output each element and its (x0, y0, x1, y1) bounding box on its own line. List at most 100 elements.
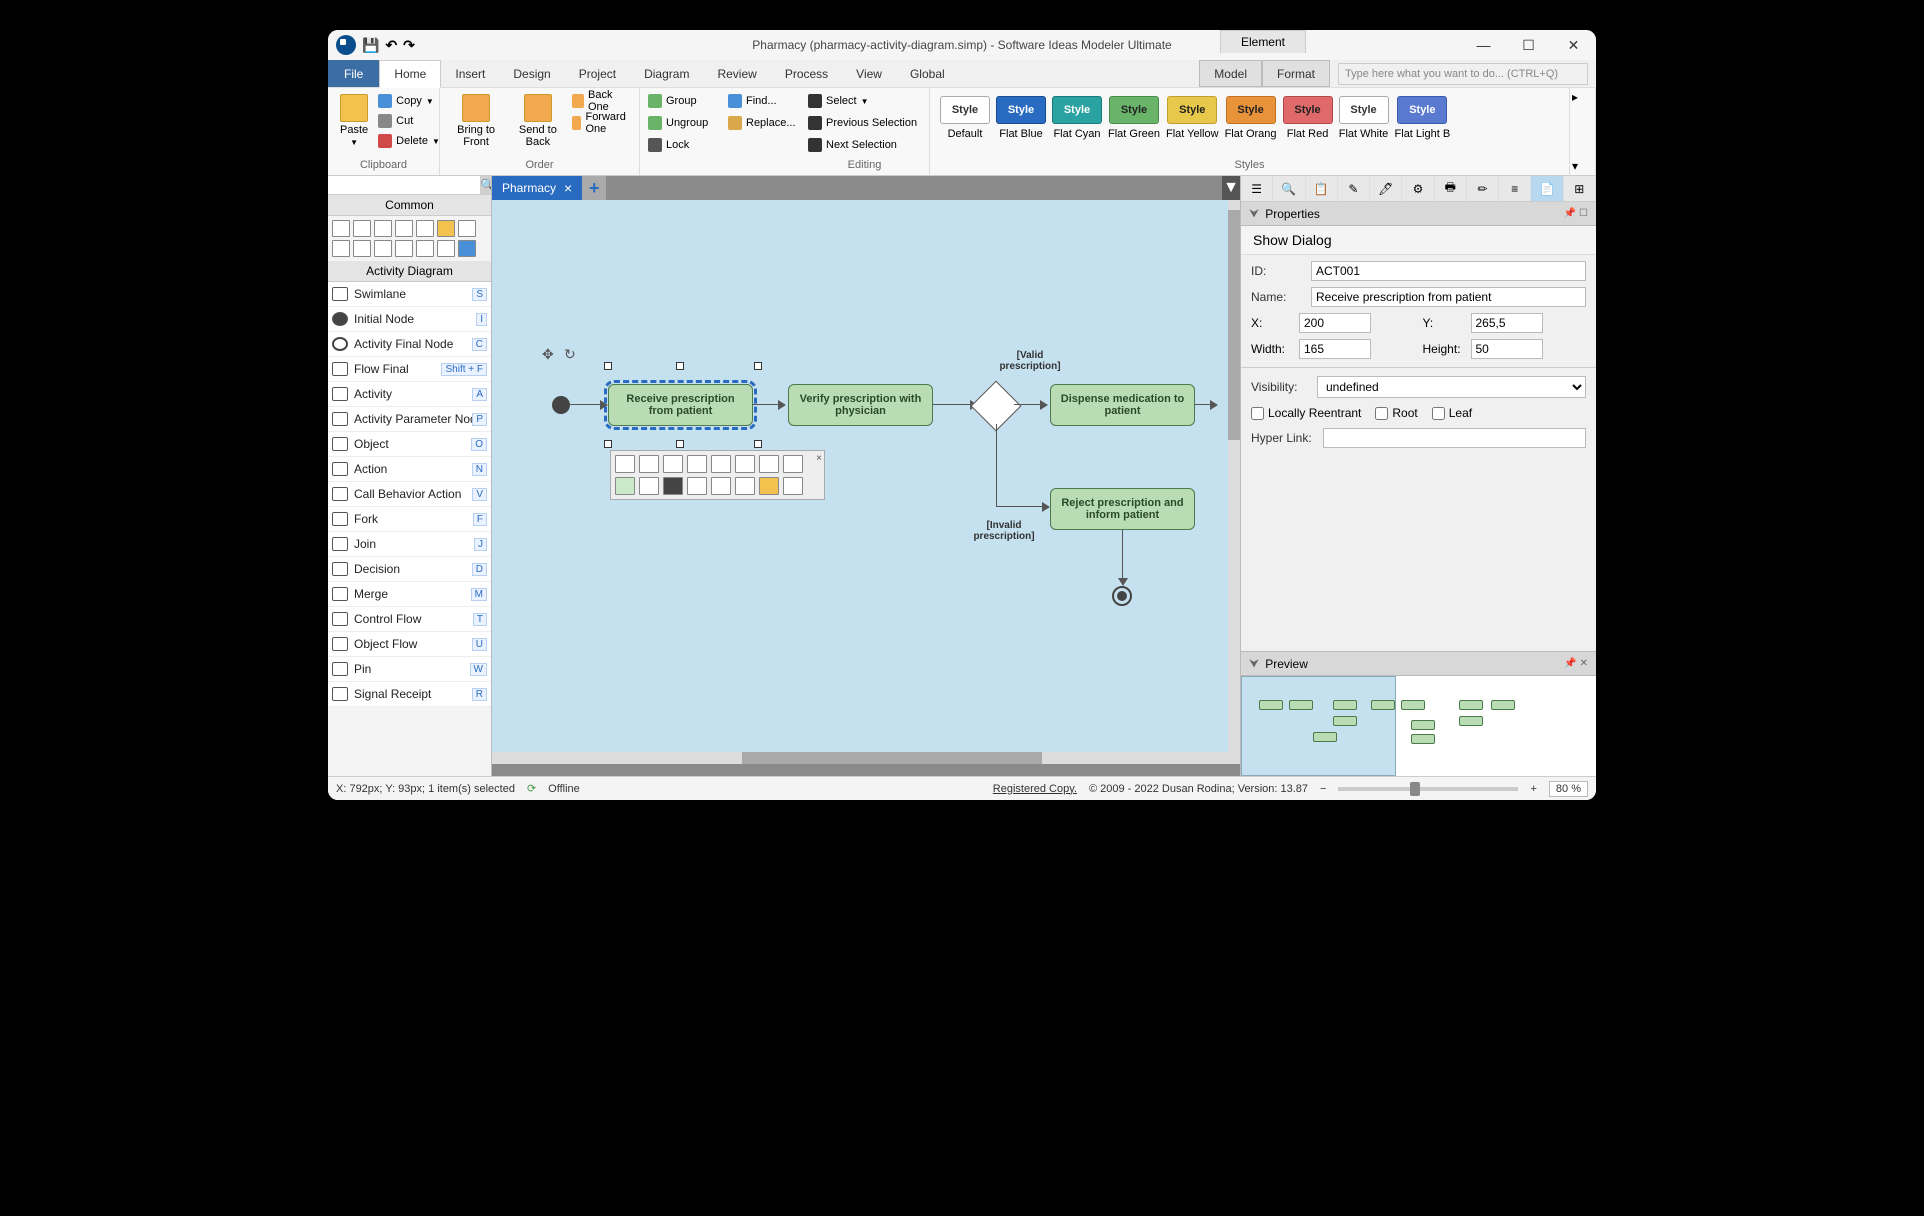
activity-node-verify[interactable]: Verify prescription with physician (788, 384, 933, 426)
menu-file[interactable]: File (328, 60, 379, 87)
properties-header[interactable]: ⮟ Properties 📌 ☐ (1241, 202, 1596, 226)
tool-item-activity-final-node[interactable]: Activity Final NodeC (328, 332, 491, 357)
tool-item-object[interactable]: ObjectO (328, 432, 491, 457)
ft-color-6[interactable] (735, 477, 755, 495)
zoom-value[interactable]: 80 % (1549, 781, 1588, 797)
undo-icon[interactable]: ↶ (385, 37, 397, 54)
collapse-icon[interactable]: ⮟ (1249, 656, 1259, 671)
show-dialog-link[interactable]: Show Dialog (1241, 226, 1596, 255)
tool-item-decision[interactable]: DecisionD (328, 557, 491, 582)
zoom-in-icon[interactable]: + (1530, 783, 1536, 795)
hyperlink-field[interactable] (1323, 428, 1586, 448)
id-field[interactable] (1311, 261, 1586, 281)
tool-item-activity[interactable]: ActivityA (328, 382, 491, 407)
tool-item-action[interactable]: ActionN (328, 457, 491, 482)
tool-move-icon[interactable] (353, 220, 371, 237)
panel-icon-3[interactable]: 📋 (1306, 176, 1338, 201)
ribbon-options-icon[interactable]: ▾ (1572, 159, 1593, 173)
tool-text-icon[interactable] (416, 220, 434, 237)
tab-overflow-icon[interactable]: ▼ (1222, 176, 1240, 200)
tool-misc5-icon[interactable] (458, 240, 476, 257)
panel-icon-7[interactable]: 🖶 (1435, 176, 1467, 201)
preview-canvas[interactable] (1241, 676, 1596, 776)
group-button[interactable]: Group (648, 92, 708, 110)
style-swatch-8[interactable]: Style (1397, 96, 1447, 124)
tool-hand-icon[interactable] (395, 220, 413, 237)
menu-model[interactable]: Model (1199, 60, 1262, 87)
prev-selection-button[interactable]: Previous Selection (808, 114, 917, 132)
panel-icon-5[interactable]: 🖊 (1370, 176, 1402, 201)
ungroup-button[interactable]: Ungroup (648, 114, 708, 132)
tool-item-call-behavior-action[interactable]: Call Behavior ActionV (328, 482, 491, 507)
close-button[interactable]: ✕ (1551, 30, 1596, 60)
paste-button[interactable]: Paste ▼ (336, 92, 372, 157)
style-swatch-2[interactable]: Style (1052, 96, 1102, 124)
pin-icon[interactable]: 📌 ✕ (1564, 658, 1588, 669)
ft-color-5[interactable] (711, 477, 731, 495)
menu-global[interactable]: Global (896, 60, 959, 87)
menu-search-box[interactable]: Type here what you want to do... (CTRL+Q… (1338, 63, 1588, 85)
panel-icon-6[interactable]: ⚙ (1402, 176, 1434, 201)
menu-review[interactable]: Review (703, 60, 770, 87)
style-swatch-0[interactable]: Style (940, 96, 990, 124)
minimize-button[interactable]: — (1461, 30, 1506, 60)
ft-icon-7[interactable] (759, 455, 779, 473)
tool-item-swimlane[interactable]: SwimlaneS (328, 282, 491, 307)
style-swatch-7[interactable]: Style (1339, 96, 1389, 124)
panel-icon-2[interactable]: 🔍 (1273, 176, 1305, 201)
root-check[interactable]: Root (1375, 406, 1417, 420)
initial-node[interactable] (552, 396, 570, 414)
tool-item-object-flow[interactable]: Object FlowU (328, 632, 491, 657)
tool-zoom-icon[interactable] (374, 220, 392, 237)
ft-icon-1[interactable] (615, 455, 635, 473)
tool-item-merge[interactable]: MergeM (328, 582, 491, 607)
menu-view[interactable]: View (842, 60, 896, 87)
panel-icon-properties[interactable]: 📄 (1531, 176, 1563, 201)
ft-color-8[interactable] (783, 477, 803, 495)
add-tab-button[interactable]: + (582, 176, 606, 200)
activity-node-dispense[interactable]: Dispense medication to patient (1050, 384, 1195, 426)
tool-misc1-icon[interactable] (374, 240, 392, 257)
copy-button[interactable]: Copy▼ (378, 92, 440, 110)
redo-icon[interactable]: ↷ (403, 37, 415, 54)
resize-handle[interactable] (676, 362, 684, 370)
style-swatch-3[interactable]: Style (1109, 96, 1159, 124)
activity-node-receive[interactable]: Receive prescription from patient (608, 384, 753, 426)
width-field[interactable] (1299, 339, 1371, 359)
menu-project[interactable]: Project (565, 60, 630, 87)
y-field[interactable] (1471, 313, 1543, 333)
ft-icon-3[interactable] (663, 455, 683, 473)
ft-color-1[interactable] (615, 477, 635, 495)
refresh-icon[interactable]: ⟳ (527, 782, 536, 795)
preview-header[interactable]: ⮟ Preview 📌 ✕ (1241, 652, 1596, 676)
tool-item-fork[interactable]: ForkF (328, 507, 491, 532)
delete-button[interactable]: Delete▼ (378, 132, 440, 150)
name-field[interactable] (1311, 287, 1586, 307)
tool-pointer-icon[interactable] (332, 220, 350, 237)
style-swatch-5[interactable]: Style (1226, 96, 1276, 124)
ft-icon-8[interactable] (783, 455, 803, 473)
height-field[interactable] (1471, 339, 1543, 359)
x-field[interactable] (1299, 313, 1371, 333)
tool-misc2-icon[interactable] (395, 240, 413, 257)
resize-handle[interactable] (676, 440, 684, 448)
horizontal-scrollbar[interactable] (492, 752, 1228, 764)
float-close-icon[interactable]: × (816, 453, 822, 464)
activity-final-node[interactable] (1112, 586, 1132, 606)
ft-icon-2[interactable] (639, 455, 659, 473)
resize-handle[interactable] (754, 440, 762, 448)
move-handle-icon[interactable]: ✥ (542, 346, 554, 363)
panel-icon-9[interactable]: ≡ (1499, 176, 1531, 201)
send-back-button[interactable]: Send to Back (510, 92, 565, 157)
context-tab[interactable]: Element (1220, 30, 1306, 53)
toolbox-search-input[interactable] (328, 176, 480, 194)
ft-color-4[interactable] (687, 477, 707, 495)
back-one-button[interactable]: Back One (572, 92, 631, 110)
save-icon[interactable]: 💾 (362, 37, 379, 54)
ft-color-2[interactable] (639, 477, 659, 495)
panel-icon-1[interactable]: ☰ (1241, 176, 1273, 201)
style-swatch-1[interactable]: Style (996, 96, 1046, 124)
resize-handle[interactable] (604, 362, 612, 370)
tool-item-control-flow[interactable]: Control FlowT (328, 607, 491, 632)
registered-link[interactable]: Registered Copy. (993, 783, 1077, 795)
